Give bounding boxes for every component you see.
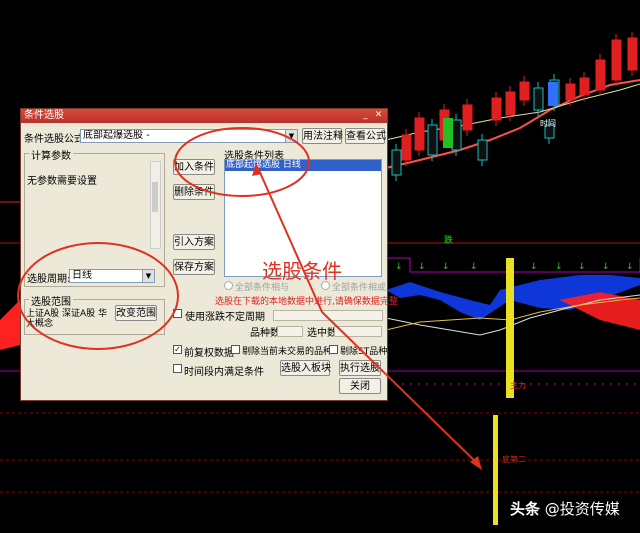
exclude-untraded-label: 剔除当前未交易的品种 [242, 347, 333, 357]
save-plan-button[interactable]: 保存方案 [173, 259, 215, 275]
candle-body [462, 104, 473, 131]
dialog-titlebar[interactable]: 条件选股 _ ✕ [21, 109, 387, 123]
candle-body [477, 139, 488, 161]
candle-body [443, 118, 453, 148]
period-select[interactable]: 日线 ▼ [69, 269, 155, 283]
formula-select[interactable]: 底部起爆选股 - ▼ [80, 129, 298, 143]
period-label: 选股周期: [27, 274, 71, 285]
candle-body [565, 83, 576, 101]
selected-count-field [334, 326, 382, 337]
time-period-label: 时间段内满足条件 [184, 367, 264, 378]
dialog-title: 条件选股 [24, 110, 64, 121]
exclude-untraded-checkbox[interactable] [231, 345, 240, 354]
arrow-down-icon: ↓ [470, 262, 478, 272]
chart-marker: 跌 [444, 235, 453, 246]
arrow-down-icon: ↓ [418, 262, 426, 272]
candle-body [611, 39, 622, 81]
candle-body [519, 81, 530, 101]
candle-body [505, 91, 516, 116]
arrow-down-icon: ↓ [530, 262, 538, 272]
watermark-brand: 头条 [510, 500, 541, 518]
pre-adjust-checkbox[interactable]: ✓ [173, 345, 182, 354]
watermark: 头条 @投资传媒 [510, 498, 620, 519]
candle-body [533, 87, 544, 111]
close-icon[interactable]: ✕ [373, 110, 384, 121]
period-value: 日线 [72, 270, 92, 281]
chart-marker: 主力 [510, 380, 526, 390]
formula-value: 底部起爆选股 - [83, 130, 150, 141]
signal-bar [506, 258, 514, 398]
view-formula-button[interactable]: 查看公式 [345, 128, 386, 144]
fluctuation-field[interactable] [273, 310, 383, 321]
annotation-label: 选股条件 [262, 259, 342, 283]
no-params-text: 无参数需要设置 [27, 176, 97, 187]
chevron-down-icon[interactable]: ▼ [285, 130, 297, 142]
usage-note-button[interactable]: 用法注释 [302, 128, 343, 144]
execute-button[interactable]: 执行选股 [339, 360, 381, 376]
stock-count-field [277, 326, 303, 337]
minimize-icon[interactable]: _ [360, 110, 371, 121]
arrow-down-icon: ↓ [555, 262, 563, 272]
params-scrollbar[interactable] [150, 161, 161, 249]
range-text: 大概念 [26, 319, 54, 329]
change-range-button[interactable]: 改变范围 [115, 305, 157, 321]
chart-marker: 时间 [540, 118, 556, 128]
stock-count-label: 品种数 [250, 328, 280, 339]
use-fluctuation-checkbox[interactable] [173, 309, 182, 318]
indicator-area [0, 300, 20, 350]
candle-body [427, 124, 438, 156]
formula-label: 条件选股公式 [24, 134, 84, 145]
arrow-down-icon: ↓ [578, 262, 586, 272]
candle-body [579, 77, 590, 96]
select-to-block-button[interactable]: 选股入板块 [280, 360, 331, 376]
time-period-checkbox[interactable] [173, 364, 182, 373]
watermark-account: @投资传媒 [544, 500, 620, 518]
signal-arrows: ↓ ↓ ↓ ↓ ↓ ↓ ↓ ↓ ↓ [395, 262, 634, 272]
import-plan-button[interactable]: 引入方案 [173, 234, 215, 250]
scrollbar-thumb[interactable] [152, 182, 158, 212]
candle-body [451, 119, 462, 151]
arrow-down-icon: ↓ [602, 262, 610, 272]
selected-count-label: 选中数 [307, 328, 337, 339]
warning-text: 选股在下载的本地数据中进行,请确保数据完整 [215, 297, 398, 307]
delete-condition-button[interactable]: 删除条件 [173, 184, 215, 200]
exclude-st-checkbox[interactable] [329, 345, 338, 354]
candle-body [401, 134, 412, 161]
add-condition-button[interactable]: 加入条件 [173, 159, 215, 175]
list-item[interactable]: 底部起爆选股 日线 [225, 160, 381, 171]
use-fluctuation-label: 使用涨跌不定周期 [185, 312, 265, 323]
exclude-st-label: 剔除ST品种 [340, 347, 388, 357]
chevron-down-icon[interactable]: ▼ [142, 270, 154, 282]
close-button[interactable]: 关闭 [339, 378, 381, 394]
signal-bar [493, 415, 498, 525]
arrow-down-icon: ↓ [626, 262, 634, 272]
candle-body [548, 82, 558, 106]
candle-body [595, 59, 606, 91]
candle-body [414, 117, 425, 151]
chart-marker: 底第二 [502, 454, 526, 464]
pre-adjust-label: 前复权数据 [184, 348, 234, 359]
candle-body [391, 149, 402, 176]
arrow-down-icon: ↓ [442, 262, 450, 272]
arrow-down-icon: ↓ [395, 262, 403, 272]
indicator-area [560, 292, 640, 330]
params-group-label: 计算参数 [29, 147, 73, 162]
all-and-radio[interactable] [224, 281, 233, 290]
candle-body [491, 97, 502, 121]
candle-body [627, 37, 638, 71]
